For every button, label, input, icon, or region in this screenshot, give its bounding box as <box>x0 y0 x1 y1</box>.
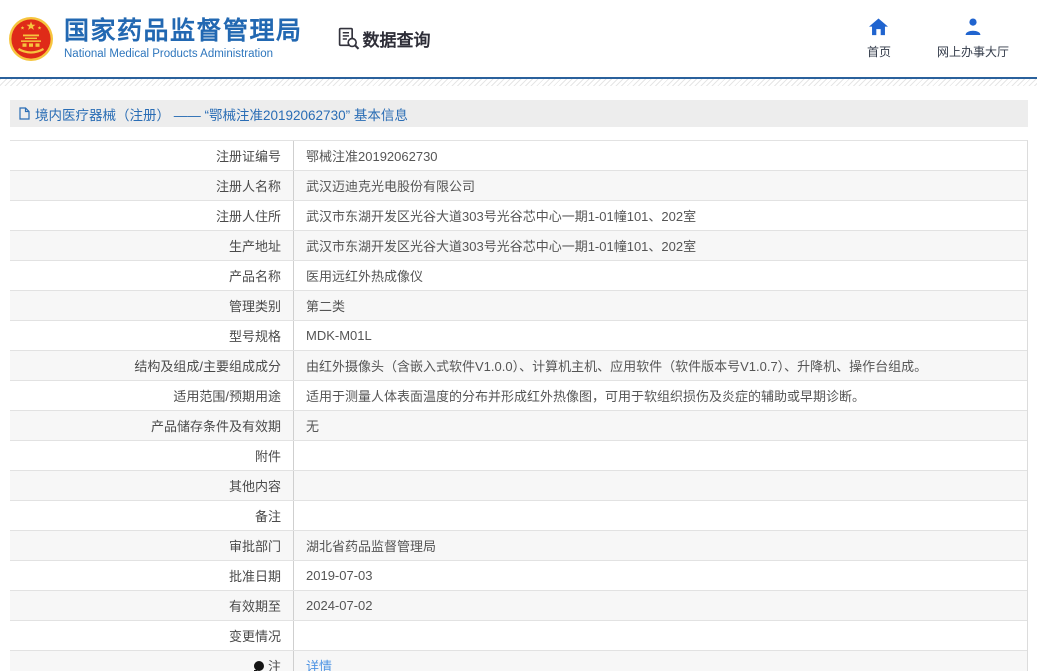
row-label: 注册人住所 <box>215 209 281 224</box>
table-row: 注册人住所 武汉市东湖开发区光谷大道303号光谷芯中心一期1-01幢101、202… <box>10 201 1027 231</box>
row-value: 2019-07-03 <box>293 561 1027 590</box>
row-label: 产品名称 <box>228 269 281 284</box>
person-icon <box>964 17 982 36</box>
site-header: 国家药品监督管理局 National Medical Products Admi… <box>0 0 1037 77</box>
row-value: MDK-M01L <box>293 321 1027 350</box>
row-value: 由红外摄像头（含嵌入式软件V1.0.0）、计算机主机、应用软件（软件版本号V1.… <box>293 351 1027 380</box>
table-row: 生产地址 武汉市东湖开发区光谷大道303号光谷芯中心一期1-01幢101、202室 <box>10 231 1027 261</box>
table-row: 附件 <box>10 441 1027 471</box>
table-row: 批准日期 2019-07-03 <box>10 561 1027 591</box>
brand-block: 国家药品监督管理局 National Medical Products Admi… <box>64 17 303 61</box>
nav-service-hall-label: 网上办事大厅 <box>936 45 1009 59</box>
row-value: 武汉迈迪克光电股份有限公司 <box>293 171 1027 200</box>
row-label: 适用范围/预期用途 <box>173 389 281 404</box>
table-row: 注详情 <box>10 651 1027 671</box>
row-label: 有效期至 <box>228 599 281 614</box>
row-value <box>293 501 1027 530</box>
row-label: 管理类别 <box>228 299 281 314</box>
nav-home-label: 首页 <box>866 45 891 59</box>
striped-band <box>0 79 1037 86</box>
row-label: 批准日期 <box>228 569 281 584</box>
table-row: 适用范围/预期用途 适用于测量人体表面温度的分布并形成红外热像图，可用于软组织损伤… <box>10 381 1027 411</box>
page-icon <box>19 107 30 120</box>
row-label: 注册人名称 <box>215 179 281 194</box>
national-emblem-logo <box>9 16 53 61</box>
table-row: 备注 <box>10 501 1027 531</box>
detail-link[interactable]: 详情 <box>306 656 332 671</box>
row-value: 湖北省药品监督管理局 <box>293 531 1027 560</box>
table-row: 型号规格 MDK-M01L <box>10 321 1027 351</box>
table-row: 审批部门 湖北省药品监督管理局 <box>10 531 1027 561</box>
row-value: 第二类 <box>293 291 1027 320</box>
row-value: 武汉市东湖开发区光谷大道303号光谷芯中心一期1-01幢101、202室 <box>293 231 1027 260</box>
row-value: 2024-07-02 <box>293 591 1027 620</box>
document-search-icon <box>338 27 359 50</box>
table-row: 结构及组成/主要组成成分 由红外摄像头（含嵌入式软件V1.0.0）、计算机主机、应… <box>10 351 1027 381</box>
site-title: 国家药品监督管理局 <box>64 16 303 45</box>
row-label: 型号规格 <box>228 329 281 344</box>
info-table: 注册证编号 鄂械注准20192062730 注册人名称 武汉迈迪克光电股份有限公司 注册… <box>10 140 1028 671</box>
row-value: 医用远红外热成像仪 <box>293 261 1027 290</box>
row-label: 其他内容 <box>228 479 281 494</box>
home-icon <box>869 17 889 36</box>
table-row: 管理类别 第二类 <box>10 291 1027 321</box>
nav-service-hall[interactable]: 网上办事大厅 <box>937 17 1009 60</box>
row-label: 附件 <box>254 449 281 464</box>
data-query-menu[interactable]: 数据查询 <box>337 26 431 51</box>
row-value <box>293 621 1027 650</box>
row-label: 注 <box>10 651 293 671</box>
row-value: 无 <box>293 411 1027 440</box>
row-value: 武汉市东湖开发区光谷大道303号光谷芯中心一期1-01幢101、202室 <box>293 201 1027 230</box>
row-value: 鄂械注准20192062730 <box>293 141 1027 170</box>
site-subtitle: National Medical Products Administration <box>64 48 274 61</box>
nav-home[interactable]: 首页 <box>859 17 899 60</box>
row-value: 适用于测量人体表面温度的分布并形成红外热像图，可用于软组织损伤及炎症的辅助或早期… <box>293 381 1027 410</box>
table-row: 注册证编号 鄂械注准20192062730 <box>10 141 1027 171</box>
row-label: 生产地址 <box>228 239 281 254</box>
row-label: 变更情况 <box>228 629 281 644</box>
data-query-label: 数据查询 <box>362 31 431 50</box>
table-row: 其他内容 <box>10 471 1027 501</box>
row-value <box>293 471 1027 500</box>
row-label: 产品储存条件及有效期 <box>150 419 281 434</box>
note-icon <box>253 660 264 671</box>
page-title: 境内医疗器械（注册） —— “鄂械注准20192062730” 基本信息 <box>35 107 408 123</box>
row-value <box>293 441 1027 470</box>
table-row: 产品储存条件及有效期无 <box>10 411 1027 441</box>
row-label: 结构及组成/主要组成成分 <box>134 359 281 374</box>
row-value: 详情 <box>293 651 1027 671</box>
row-label: 备注 <box>254 509 281 524</box>
row-label: 审批部门 <box>228 539 281 554</box>
table-row: 产品名称 医用远红外热成像仪 <box>10 261 1027 291</box>
table-row: 有效期至 2024-07-02 <box>10 591 1027 621</box>
row-label: 注册证编号 <box>215 149 281 164</box>
table-row: 注册人名称 武汉迈迪克光电股份有限公司 <box>10 171 1027 201</box>
top-nav: 首页 网上办事大厅 <box>859 17 1009 60</box>
breadcrumb: 境内医疗器械（注册） —— “鄂械注准20192062730” 基本信息 <box>10 100 1028 127</box>
table-row: 变更情况 <box>10 621 1027 651</box>
